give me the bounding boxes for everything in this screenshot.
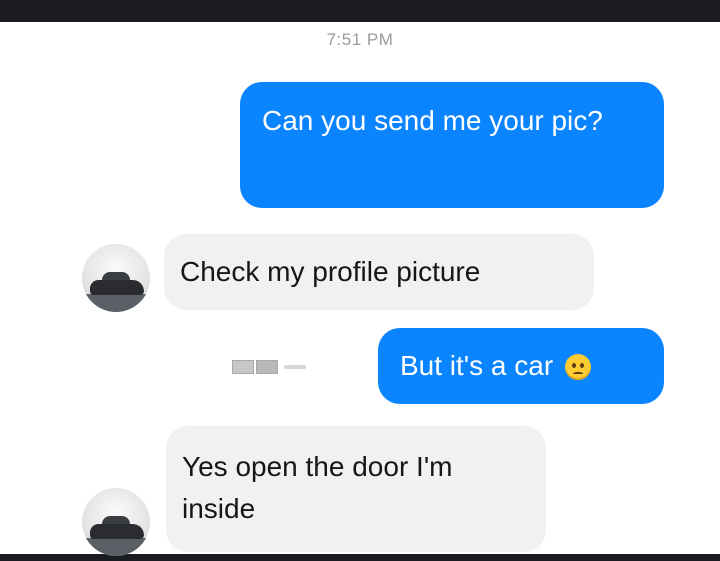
avatar-car-photo [82,538,150,556]
outgoing-message[interactable]: Can you send me your pic? [240,82,664,208]
avatar-car-photo [82,294,150,312]
incoming-message[interactable]: Yes open the door I'm inside [166,426,546,552]
message-text: But it's a car [400,350,554,381]
worried-face-emoji-icon [564,354,591,380]
incoming-message[interactable]: Check my profile picture [164,234,594,310]
message-timestamp: 7:51 PM [326,30,394,49]
message-text: Yes open the door I'm inside [182,451,453,524]
chat-screen: 7:51 PM Can you send me your pic? Check … [0,22,720,556]
outgoing-message[interactable]: But it's a car [378,328,664,404]
seen-indicator-icon [232,360,312,374]
message-text: Can you send me your pic? [262,105,603,136]
contact-avatar[interactable] [82,244,150,312]
message-text: Check my profile picture [180,256,481,287]
contact-avatar[interactable] [82,488,150,556]
